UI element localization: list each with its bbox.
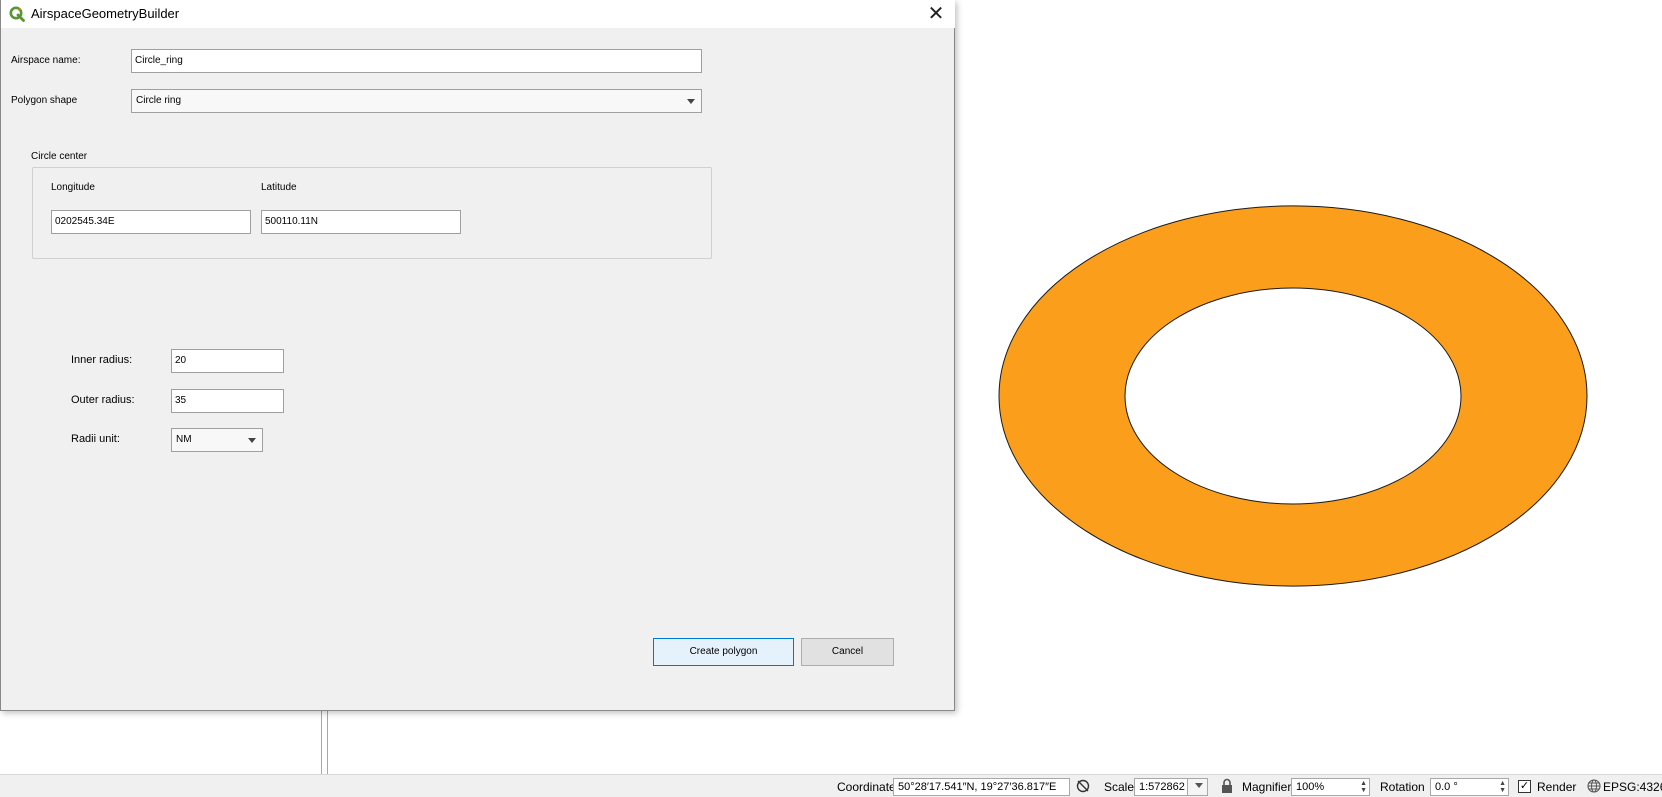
rotation-spinbox[interactable]: 0.0 ° ▲ ▼ [1430,778,1509,796]
outer-radius-label: Outer radius: [71,394,135,406]
dialog-title: AirspaceGeometryBuilder [31,6,180,21]
status-bar: Coordinate 50°28′17.541″N, 19°27′36.817″… [0,774,1662,797]
rotation-value: 0.0 ° [1435,781,1458,793]
airspace-geometry-builder-dialog: AirspaceGeometryBuilder ✕ Airspace name:… [0,0,955,711]
polygon-shape-value: Circle ring [136,95,182,106]
inner-radius-label: Inner radius: [71,354,133,366]
polygon-shape-label: Polygon shape [11,95,78,106]
close-icon[interactable]: ✕ [925,3,947,25]
radii-unit-label: Radii unit: [71,433,120,445]
layers-panel[interactable] [0,700,322,774]
globe-icon[interactable] [1587,779,1601,793]
airspace-name-input[interactable]: Circle_ring [131,49,702,73]
chevron-down-icon [1195,783,1203,788]
chevron-down-icon [248,438,256,443]
map-canvas[interactable] [900,0,1662,774]
radii-unit-dropdown[interactable]: NM [171,428,263,452]
scale-dropdown[interactable] [1187,778,1208,796]
longitude-input[interactable]: 0202545.34E [51,210,251,234]
render-checkbox[interactable]: ✓ [1518,780,1531,793]
chevron-down-icon [687,99,695,104]
longitude-label: Longitude [51,182,95,193]
dialog-titlebar[interactable]: AirspaceGeometryBuilder ✕ [1,0,955,28]
latitude-input[interactable]: 500110.11N [261,210,461,234]
circle-center-group-label: Circle center [31,151,88,162]
render-label: Render [1537,780,1577,794]
panel-divider[interactable] [327,700,328,774]
airspace-name-label: Airspace name: [11,55,81,66]
polygon-shape-dropdown[interactable]: Circle ring [131,89,702,113]
cancel-button[interactable]: Cancel [801,638,894,666]
radii-unit-value: NM [176,434,192,445]
scale-label: Scale [1104,780,1135,794]
coordinate-label: Coordinate [837,780,896,794]
qgis-logo-icon [9,6,25,22]
mouse-pointer-toggle-icon[interactable] [1075,778,1091,794]
inner-radius-input[interactable]: 20 [171,349,284,373]
outer-radius-input[interactable]: 35 [171,389,284,413]
latitude-label: Latitude [261,182,297,193]
rotation-label: Rotation [1380,780,1425,794]
lock-icon[interactable] [1220,778,1234,794]
coordinate-field[interactable]: 50°28′17.541″N, 19°27′36.817″E [893,778,1070,796]
spin-arrows-icon[interactable]: ▲ ▼ [1499,780,1506,794]
crs-label[interactable]: EPSG:4326 [1603,780,1662,794]
circle-ring-polygon[interactable] [998,205,1588,587]
spin-arrows-icon[interactable]: ▲ ▼ [1360,780,1367,794]
magnifier-label: Magnifier [1242,780,1292,794]
magnifier-spinbox[interactable]: 100% ▲ ▼ [1291,778,1370,796]
scale-value: 1:572862 [1139,781,1185,793]
circle-center-group: Longitude 0202545.34E Latitude 500110.11… [32,167,712,259]
magnifier-value: 100% [1296,781,1325,793]
create-polygon-button[interactable]: Create polygon [653,638,794,666]
